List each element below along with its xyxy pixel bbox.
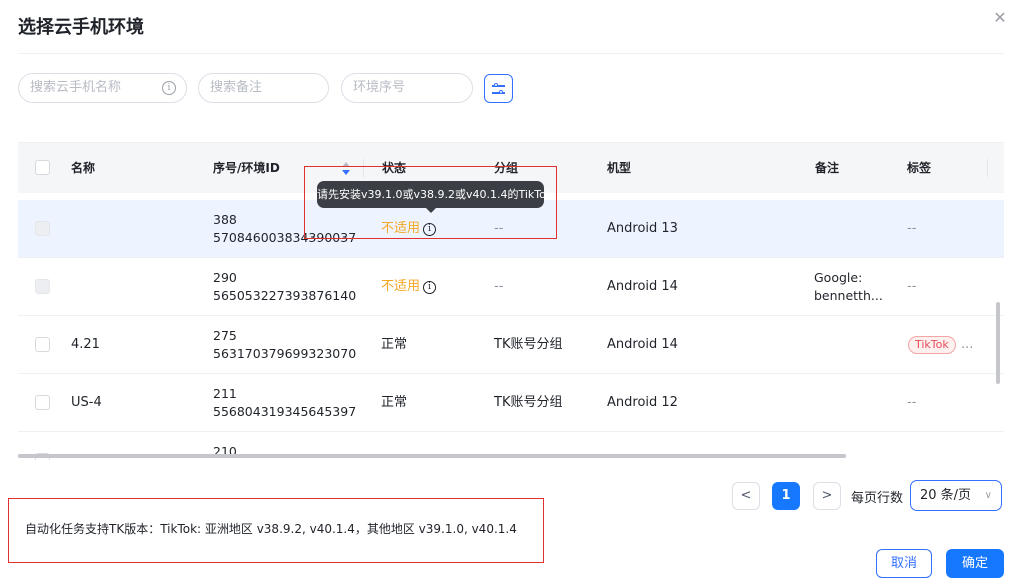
row-index-id: 290 565053227393876140 (213, 269, 356, 305)
horizontal-scrollbar[interactable] (18, 454, 846, 458)
col-remark: 备注 (815, 161, 840, 175)
row-checkbox[interactable] (35, 337, 50, 352)
row-env-id: 556804319345645397 (213, 404, 357, 419)
row-env-id: 563170379699323070 (213, 346, 357, 361)
row-group: TK账号分组 (494, 395, 563, 410)
row-name: 4.21 (71, 337, 100, 352)
prev-page-button[interactable]: < (732, 482, 760, 510)
page-1-button[interactable]: 1 (772, 482, 800, 510)
col-name: 名称 (71, 161, 96, 175)
row-checkbox (35, 221, 50, 236)
col-index-id[interactable]: 序号/环境ID (213, 143, 280, 193)
select-all-checkbox[interactable] (35, 160, 50, 175)
dialog-title: 选择云手机环境 (18, 17, 144, 38)
search-index-input[interactable]: 环境序号 (341, 73, 473, 103)
chevron-down-icon: ∨ (984, 490, 992, 501)
search-remark-placeholder: 搜索备注 (210, 80, 263, 95)
cancel-button[interactable]: 取消 (876, 549, 932, 578)
row-model: Android 14 (607, 337, 678, 352)
row-model: Android 13 (607, 221, 678, 236)
col-model: 机型 (607, 161, 632, 175)
col-tags: 标签 (907, 161, 932, 175)
row-index-id: 275 563170379699323070 (213, 327, 356, 363)
page-size-value: 20 条/页 (920, 488, 972, 503)
row-index: 290 (213, 270, 237, 285)
remark-line: Google: (814, 270, 863, 285)
column-divider (987, 159, 988, 177)
tk-version-note: 自动化任务支持TK版本：TikTok: 亚洲地区 v38.9.2, v40.1.… (25, 522, 517, 536)
row-index-id: 211 556804319345645397 (213, 385, 356, 421)
search-index-placeholder: 环境序号 (353, 80, 406, 95)
status-text: 不适用 (381, 279, 421, 294)
remark-line: bennetth... (814, 288, 883, 303)
status-info-icon[interactable]: i (423, 281, 437, 294)
row-checkbox (35, 279, 50, 294)
row-tags: -- (907, 279, 917, 294)
vertical-scrollbar[interactable] (996, 302, 1000, 384)
rows-per-page-label: 每页行数 (851, 491, 904, 506)
more-tags[interactable]: ... (961, 316, 973, 374)
row-group: TK账号分组 (494, 337, 563, 352)
tiktok-tag: TikTok (908, 336, 956, 354)
close-icon[interactable]: ✕ (990, 8, 1010, 28)
filter-settings-button[interactable] (484, 74, 513, 103)
row-status: 不适用 i (381, 258, 437, 316)
divider (18, 53, 1004, 54)
row-index: 275 (213, 328, 237, 343)
table-row[interactable]: 4.21 275 563170379699323070 正常 TK账号分组 An… (18, 316, 1004, 374)
info-icon[interactable]: i (162, 81, 176, 95)
row-status: 正常 (381, 395, 408, 410)
filter-knob (494, 83, 498, 87)
highlight-box (304, 166, 557, 239)
row-status: 正常 (381, 337, 408, 352)
row-tags: -- (907, 395, 917, 410)
row-tags: -- (907, 221, 917, 236)
row-model: Android 14 (607, 279, 678, 294)
table-row[interactable]: US-4 211 556804319345645397 正常 TK账号分组 An… (18, 374, 1004, 432)
page-size-select[interactable]: 20 条/页 ∨ (910, 480, 1002, 511)
row-checkbox[interactable] (35, 395, 50, 410)
row-index: 211 (213, 386, 237, 401)
row-name: US-4 (71, 395, 102, 410)
search-remark-input[interactable]: 搜索备注 (198, 73, 329, 103)
row-model: Android 12 (607, 395, 678, 410)
next-page-button[interactable]: > (813, 482, 841, 510)
search-name-input[interactable]: 搜索云手机名称 i (18, 73, 187, 103)
confirm-button[interactable]: 确定 (946, 549, 1004, 578)
row-group: -- (494, 279, 504, 294)
table-row[interactable]: 290 565053227393876140 不适用 i -- Android 1… (18, 258, 1004, 316)
row-env-id: 565053227393876140 (213, 288, 357, 303)
row-remark: Google: bennetth... (814, 269, 883, 305)
filter-knob (499, 90, 503, 94)
search-name-placeholder: 搜索云手机名称 (30, 80, 122, 95)
